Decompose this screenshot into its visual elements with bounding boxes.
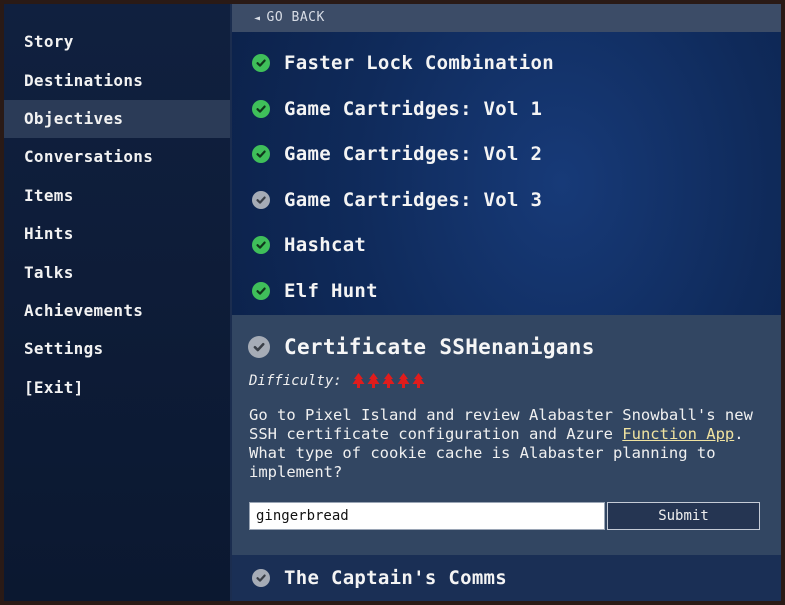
tree-icon <box>352 373 365 388</box>
sidebar-item-conversations[interactable]: Conversations <box>4 138 230 176</box>
back-arrow-icon: ◄ <box>254 13 261 24</box>
check-complete-icon <box>252 100 270 118</box>
objective-row[interactable]: Game Cartridges: Vol 2 <box>252 139 752 169</box>
next-objective-area: The Captain's Comms <box>232 555 781 601</box>
sidebar-item-hints[interactable]: Hints <box>4 215 230 253</box>
objective-title: Game Cartridges: Vol 2 <box>284 143 543 165</box>
objective-row[interactable]: Game Cartridges: Vol 3 <box>252 185 752 215</box>
objective-title: Elf Hunt <box>284 280 378 302</box>
sidebar: Story Destinations Objectives Conversati… <box>4 4 232 601</box>
objective-title: Hashcat <box>284 234 367 256</box>
objective-detail-header[interactable]: Certificate SSHenanigans <box>248 335 595 359</box>
check-complete-icon <box>252 145 270 163</box>
objective-row[interactable]: Elf Hunt <box>252 276 752 306</box>
objective-title: Game Cartridges: Vol 3 <box>284 189 543 211</box>
objective-title: The Captain's Comms <box>284 567 508 589</box>
sidebar-item-exit[interactable]: [Exit] <box>4 369 230 407</box>
sidebar-item-talks[interactable]: Talks <box>4 254 230 292</box>
check-complete-icon <box>252 236 270 254</box>
check-incomplete-icon <box>252 191 270 209</box>
objective-detail-panel: Certificate SSHenanigans Difficulty: Go … <box>232 315 781 555</box>
tree-icon <box>367 373 380 388</box>
objectives-panel: ◄ GO BACK Faster Lock Combination Game Ca… <box>232 4 781 601</box>
sidebar-item-objectives[interactable]: Objectives <box>4 100 230 138</box>
difficulty-rating: Difficulty: <box>249 373 425 389</box>
tree-icon <box>397 373 410 388</box>
objective-title: Game Cartridges: Vol 1 <box>284 98 543 120</box>
game-menu-window: Story Destinations Objectives Conversati… <box>4 4 781 601</box>
objective-row[interactable]: Faster Lock Combination <box>252 48 752 78</box>
sidebar-item-destinations[interactable]: Destinations <box>4 62 230 100</box>
objective-detail-title: Certificate SSHenanigans <box>284 335 595 359</box>
difficulty-label: Difficulty: <box>249 373 342 389</box>
objective-description: Go to Pixel Island and review Alabaster … <box>249 406 764 482</box>
check-complete-icon <box>252 54 270 72</box>
objective-row[interactable]: Game Cartridges: Vol 1 <box>252 94 752 124</box>
function-app-link[interactable]: Function App <box>622 425 734 443</box>
check-complete-icon <box>252 282 270 300</box>
objective-row[interactable]: The Captain's Comms <box>252 563 752 593</box>
go-back-button[interactable]: ◄ GO BACK <box>232 4 781 32</box>
sidebar-item-achievements[interactable]: Achievements <box>4 292 230 330</box>
objective-title: Faster Lock Combination <box>284 52 554 74</box>
check-incomplete-icon <box>248 336 270 358</box>
tree-icon <box>412 373 425 388</box>
submit-button[interactable]: Submit <box>607 502 760 530</box>
sidebar-item-items[interactable]: Items <box>4 177 230 215</box>
sidebar-item-story[interactable]: Story <box>4 23 230 61</box>
go-back-label: GO BACK <box>266 10 325 25</box>
answer-input[interactable] <box>249 502 605 530</box>
objective-row[interactable]: Hashcat <box>252 230 752 260</box>
check-incomplete-icon <box>252 569 270 587</box>
sidebar-item-settings[interactable]: Settings <box>4 330 230 368</box>
difficulty-trees <box>352 373 425 389</box>
tree-icon <box>382 373 395 388</box>
